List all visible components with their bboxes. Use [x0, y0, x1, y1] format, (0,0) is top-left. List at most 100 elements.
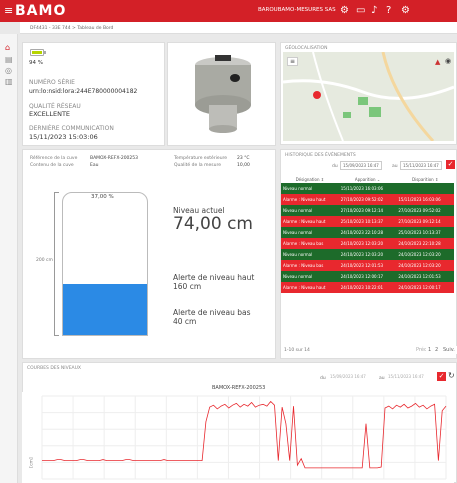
location-icon[interactable]: ◎ — [5, 67, 12, 75]
gears-icon[interactable]: ⚙ — [401, 5, 410, 16]
event-cell-d: Alarme : Niveau haut — [281, 282, 339, 293]
events-apply-check-icon[interactable]: ✓ — [446, 160, 455, 169]
tank-water-level — [63, 283, 147, 335]
event-cell-d: Alarme : Niveau haut — [281, 194, 339, 205]
home-icon[interactable]: ⌂ — [5, 44, 10, 52]
content-value: Eau — [90, 163, 99, 168]
levels-chart — [22, 392, 454, 483]
levels-from-input[interactable]: 15/09/2023 16:47 — [328, 373, 368, 380]
network-value: EXCELLENTE — [29, 110, 71, 118]
events-from-input[interactable]: 15/09/2023 16:47 — [340, 161, 382, 170]
battery-icon — [30, 49, 46, 56]
sensor-device-image — [195, 55, 251, 133]
quality-label: Qualité de la mesure — [174, 163, 221, 168]
event-cell-p: 24/10/2023 22:10:28 — [396, 238, 454, 249]
col-disparition[interactable]: Disparition ⇕ — [396, 175, 454, 183]
tank-fill-percent: 37,00 % — [91, 194, 114, 200]
refresh-icon[interactable]: ↻ — [448, 371, 455, 380]
event-cell-a: 24/10/2023 12:00:17 — [338, 271, 397, 282]
event-cell-a: 24/10/2023 12:03:20 — [338, 249, 397, 260]
event-row[interactable]: Alarme : Niveau bas 24/10/2023 12:03:20 24… — [281, 238, 454, 249]
event-row[interactable]: Niveau normal 27/10/2023 09:12:14 27/10/20… — [281, 205, 454, 216]
event-cell-a: 24/10/2023 22:10:28 — [338, 227, 397, 238]
col-apparition[interactable]: Apparition ⌄ — [338, 175, 397, 183]
event-row[interactable]: Alarme : Niveau haut 25/10/2023 10:13:37 2… — [281, 216, 454, 227]
chart-ylabel: [cm] — [29, 457, 35, 468]
lastcomm-label: DERNIÈRE COMMUNICATION — [29, 125, 114, 132]
map-person-icon[interactable]: ▲ — [435, 58, 440, 66]
hamburger-menu-icon[interactable]: ≡ — [4, 5, 13, 16]
help-icon[interactable]: ? — [386, 5, 391, 16]
serial-value: urn:lo:nsid:lora:244E780000004182 — [29, 88, 138, 95]
event-cell-p: 27/10/2023 09:52:02 — [396, 205, 454, 216]
top-bar: ≡ BAMO BAROUBAMO-MESURES SAS ⚙ ▭ ♪ ? ⚙ — [0, 0, 457, 22]
temp-label: Température extérieure — [174, 156, 228, 161]
event-row[interactable]: Niveau normal 24/10/2023 12:03:20 24/10/20… — [281, 249, 454, 260]
events-title: HISTORIQUE DES ÉVÉNEMENTS — [285, 153, 356, 158]
event-cell-d: Niveau normal — [281, 227, 339, 238]
content-label: Contenu de la cuve — [30, 163, 74, 168]
quality-value: 10,00 — [237, 163, 250, 168]
event-row[interactable]: Alarme : Niveau haut 27/10/2023 09:52:02 1… — [281, 194, 454, 205]
map-eye-icon[interactable]: ◉ — [445, 57, 451, 65]
event-cell-a: 24/10/2023 12:03:20 — [338, 238, 397, 249]
levels-to-label: au — [379, 376, 385, 381]
event-row[interactable]: Niveau normal 24/10/2023 12:00:17 24/10/20… — [281, 271, 454, 282]
low-alert-label: Alerte de niveau bas — [173, 308, 251, 317]
map-menu-icon[interactable]: ≡ — [287, 57, 299, 66]
event-cell-p — [396, 183, 454, 194]
levels-to-input[interactable]: 15/11/2023 16:47 — [386, 373, 426, 380]
tank-height-label: 200 cm — [36, 258, 53, 263]
event-cell-d: Niveau normal — [281, 205, 339, 216]
events-to-input[interactable]: 15/11/2023 16:47 — [400, 161, 442, 170]
event-cell-p: 15/11/2023 16:03:06 — [396, 194, 454, 205]
user-account[interactable]: BAROUBAMO-MESURES SAS — [258, 7, 336, 13]
location-map[interactable]: ≡ ▲ ◉ — [283, 52, 454, 141]
event-cell-a: 25/10/2023 10:13:37 — [338, 216, 397, 227]
settings-icon[interactable]: ⚙ — [340, 5, 349, 16]
page-2-button[interactable]: 2 — [433, 346, 441, 354]
event-cell-a: 24/10/2023 12:01:53 — [338, 260, 397, 271]
high-alert-label: Alerte de niveau haut — [173, 273, 255, 282]
high-alert-value: 160 cm — [173, 282, 202, 291]
bell-icon[interactable]: ♪ — [371, 5, 377, 16]
event-row[interactable]: Alarme : Niveau bas 24/10/2023 12:01:53 24… — [281, 260, 454, 271]
event-cell-a: 27/10/2023 09:52:02 — [338, 194, 397, 205]
event-row[interactable]: Alarme : Niveau haut 24/10/2023 10:22:01 2… — [281, 282, 454, 293]
events-to-label: au — [392, 164, 398, 169]
battery-percent: 94 % — [29, 60, 43, 66]
event-cell-p: 24/10/2023 12:00:17 — [396, 282, 454, 293]
event-cell-d: Alarme : Niveau bas — [281, 260, 339, 271]
event-cell-a: 24/10/2023 10:22:01 — [338, 282, 397, 293]
level-value: 74,00 cm — [173, 214, 253, 234]
levels-apply-check-icon[interactable]: ✓ — [437, 372, 446, 381]
event-row[interactable]: Niveau normal 15/11/2023 16:03:06 — [281, 183, 454, 194]
col-designation[interactable]: Désignation ⇕ — [281, 175, 339, 183]
event-cell-d: Niveau normal — [281, 249, 339, 260]
temp-value: 23 °C — [237, 156, 250, 161]
breadcrumb[interactable]: DF4431 - 33E 744 > Tableau de Bord — [20, 22, 457, 34]
event-cell-d: Niveau normal — [281, 183, 339, 194]
low-alert-value: 40 cm — [173, 317, 197, 326]
chat-icon[interactable]: ▭ — [356, 5, 365, 16]
event-cell-d: Niveau normal — [281, 271, 339, 282]
event-row[interactable]: Niveau normal 24/10/2023 22:10:28 25/10/20… — [281, 227, 454, 238]
event-cell-p: 25/10/2023 10:13:37 — [396, 227, 454, 238]
chart-title: BAMOX-REFX-200253 — [212, 385, 266, 391]
tank-gauge — [62, 192, 148, 336]
events-table: Désignation ⇕ Apparition ⌄ Disparition ⇕… — [281, 175, 454, 293]
ref-label: Référence de la cuve — [30, 156, 78, 161]
stats-icon[interactable]: ▥ — [5, 78, 13, 86]
event-cell-p: 27/10/2023 09:12:14 — [396, 216, 454, 227]
next-page-button[interactable]: Suiv. — [441, 346, 457, 354]
devices-icon[interactable]: ▤ — [5, 56, 13, 64]
app-logo[interactable]: BAMO — [15, 3, 66, 19]
device-image-card — [167, 42, 276, 146]
pagination-info: 1-10 sur 14 — [284, 348, 310, 353]
event-cell-p: 24/10/2023 12:03:20 — [396, 260, 454, 271]
events-from-label: du — [332, 164, 338, 169]
event-cell-a: 15/11/2023 16:03:06 — [338, 183, 397, 194]
serial-label: NUMÉRO SÉRIE — [29, 79, 75, 86]
event-cell-d: Alarme : Niveau bas — [281, 238, 339, 249]
event-cell-p: 24/10/2023 12:01:53 — [396, 271, 454, 282]
